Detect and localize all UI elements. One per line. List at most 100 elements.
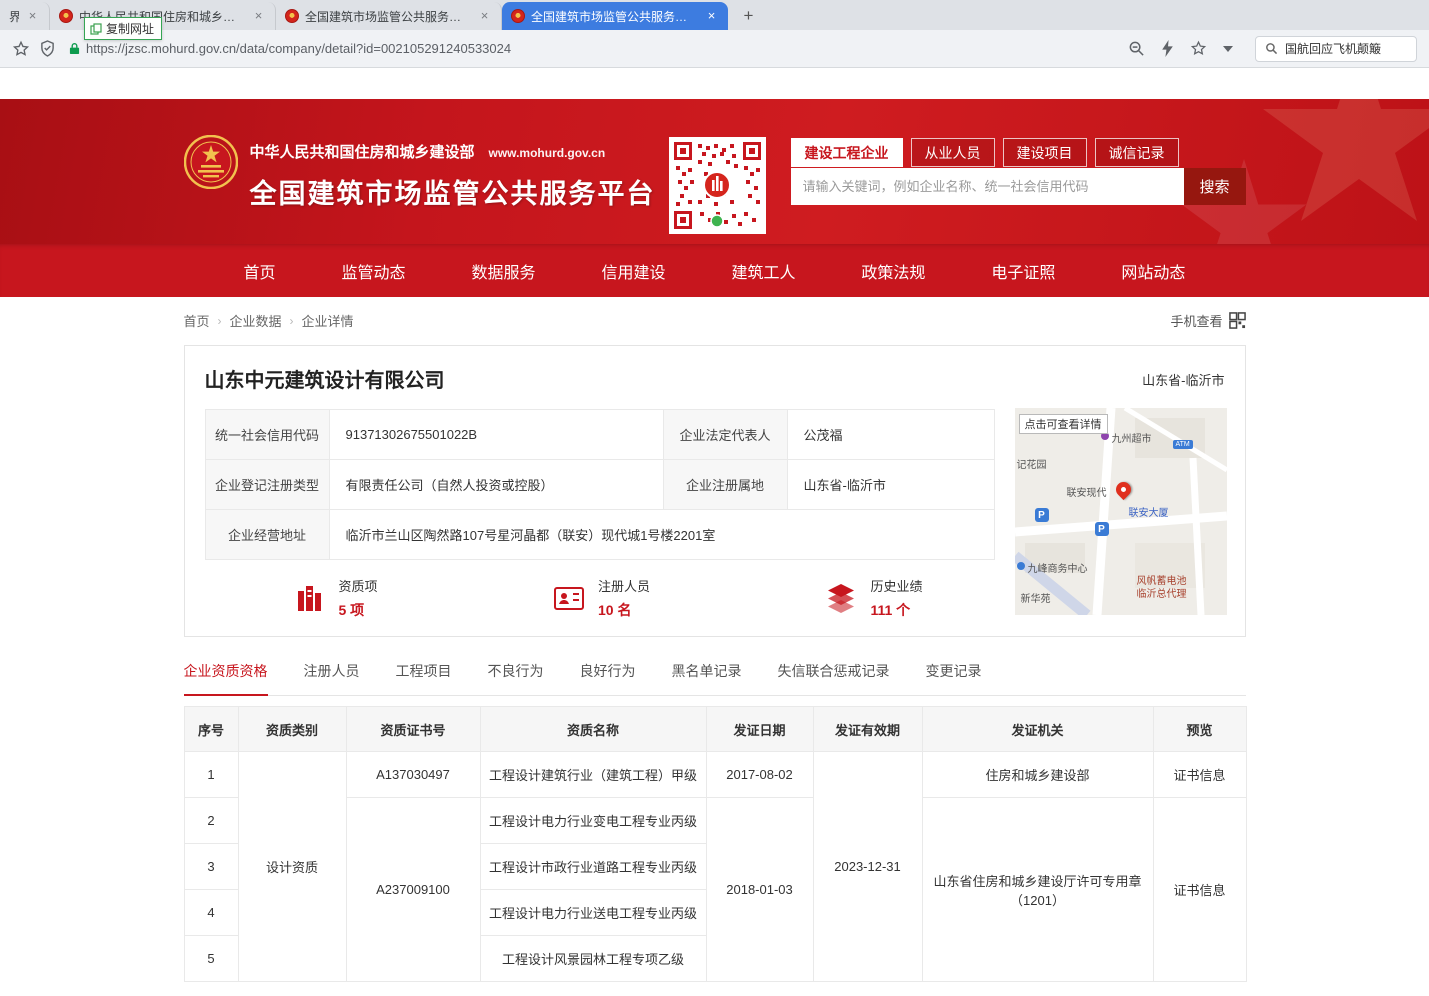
map-label-battery-2: 临沂总代理 (1137, 585, 1187, 600)
stat-historical-projects: 历史业绩 111 个 (824, 576, 922, 620)
parking-icon: P (1035, 508, 1049, 522)
stat-qualifications: 资质项 5 项 (293, 576, 378, 620)
reg-type-value: 有限责任公司（自然人投资或控股） (329, 460, 663, 510)
nav-item-data-service[interactable]: 数据服务 (471, 259, 535, 283)
search-tab-personnel[interactable]: 从业人员 (911, 138, 995, 167)
stat-label: 资质项 (339, 576, 378, 595)
close-icon[interactable]: × (25, 9, 40, 24)
tab-registered-personnel[interactable]: 注册人员 (304, 661, 360, 695)
search-button[interactable]: 搜索 (1184, 168, 1246, 205)
stat-label: 历史业绩 (870, 576, 922, 595)
breadcrumb-home[interactable]: 首页 (184, 311, 210, 330)
cell-category: 设计资质 (238, 752, 346, 982)
company-summary-card: 山东中元建筑设计有限公司 山东省-临沂市 统一社会信用代码 9137130267… (184, 345, 1246, 637)
address-value: 临沂市兰山区陶然路107号星河晶都（联安）现代城1号楼2201室 (329, 510, 994, 560)
cert-info-link[interactable]: 证书信息 (1153, 798, 1246, 982)
search-tab-project[interactable]: 建设项目 (1003, 138, 1087, 167)
hot-search-box[interactable]: 国航回应飞机颠簸 (1255, 36, 1417, 62)
breadcrumb-company-detail: 企业详情 (302, 311, 354, 330)
site-favicon-icon (285, 9, 299, 23)
nav-item-credit[interactable]: 信用建设 (601, 259, 665, 283)
header-qr-code (669, 137, 766, 234)
browser-tab-jzsc-1[interactable]: 全国建筑市场监管公共服务平台 × (276, 2, 502, 30)
main-nav: 首页 监管动态 数据服务 信用建设 建筑工人 政策法规 电子证照 网站动态 (0, 244, 1429, 297)
parking-icon: P (1095, 522, 1109, 536)
chevron-down-icon[interactable] (1223, 46, 1233, 52)
cell-seq: 4 (184, 890, 238, 936)
col-preview: 预览 (1153, 707, 1246, 752)
cell-name: 工程设计市政行业道路工程专业丙级 (480, 844, 706, 890)
breadcrumb: 首页 › 企业数据 › 企业详情 (184, 311, 354, 330)
tab-projects[interactable]: 工程项目 (396, 661, 452, 695)
credit-code-label: 统一社会信用代码 (205, 410, 329, 460)
nav-item-home[interactable]: 首页 (244, 259, 276, 283)
header-search-area: 建设工程企业 从业人员 建设项目 诚信记录 搜索 (791, 138, 1246, 205)
atm-marker: ATM (1173, 440, 1193, 449)
company-location-map[interactable]: 点击可查看详情 九州超市 ATM 记花园 联安现代 联安大厦 P P 九峰商务中… (1015, 408, 1227, 615)
ministry-url: www.mohurd.gov.cn (489, 146, 606, 160)
nav-item-e-license[interactable]: 电子证照 (991, 259, 1055, 283)
legal-rep-label: 企业法定代表人 (663, 410, 787, 460)
table-row: 1 设计资质 A137030497 工程设计建筑行业（建筑工程）甲级 2017-… (184, 752, 1246, 798)
domicile-value: 山东省-临沂市 (787, 460, 994, 510)
tab-good-behavior[interactable]: 良好行为 (580, 661, 636, 695)
breadcrumb-company-data[interactable]: 企业数据 (230, 311, 282, 330)
stat-value: 111 个 (870, 600, 922, 620)
cell-issue-date: 2018-01-03 (706, 798, 813, 982)
business-center-poi-icon (1017, 562, 1025, 570)
search-tab-credit[interactable]: 诚信记录 (1095, 138, 1179, 167)
site-safety-shield-icon[interactable] (40, 40, 55, 57)
layers-icon (824, 581, 858, 615)
tab-blacklist[interactable]: 黑名单记录 (672, 661, 742, 695)
bookmark-star-icon[interactable] (12, 40, 30, 58)
stat-value: 5 项 (339, 600, 378, 620)
nav-item-site-news[interactable]: 网站动态 (1121, 259, 1185, 283)
cell-valid-until: 2023-12-31 (813, 752, 922, 982)
browser-tab-jzsc-active[interactable]: 全国建筑市场监管公共服务平台 × (502, 2, 728, 30)
zoom-icon[interactable] (1128, 40, 1145, 57)
col-authority: 发证机关 (922, 707, 1153, 752)
site-favicon-icon (59, 9, 73, 23)
cell-authority: 住房和城乡建设部 (922, 752, 1153, 798)
nav-item-workers[interactable]: 建筑工人 (731, 259, 795, 283)
favorite-star-icon[interactable] (1190, 40, 1207, 57)
new-tab-button[interactable]: + (736, 3, 761, 28)
col-cert-no: 资质证书号 (346, 707, 480, 752)
tab-dishonesty-records[interactable]: 失信联合惩戒记录 (778, 661, 890, 695)
close-icon[interactable]: × (477, 9, 492, 24)
site-brand: 中华人民共和国住房和城乡建设部 www.mohurd.gov.cn 全国建筑市场… (250, 141, 656, 211)
stat-value: 10 名 (598, 600, 650, 620)
platform-title: 全国建筑市场监管公共服务平台 (250, 172, 656, 211)
tab-change-records[interactable]: 变更记录 (926, 661, 982, 695)
tab-bad-behavior[interactable]: 不良行为 (488, 661, 544, 695)
mobile-view-toggle[interactable]: 手机查看 (1170, 311, 1245, 330)
keyword-search-input[interactable] (791, 168, 1184, 205)
cell-authority: 山东省住房和城乡建设厅许可专用章（1201） (922, 798, 1153, 982)
omnibox[interactable]: https://jzsc.mohurd.gov.cn/data/company/… (69, 41, 1118, 56)
lightning-icon[interactable] (1161, 40, 1174, 57)
browser-tab-partial[interactable]: 界 × (0, 2, 50, 30)
company-detail-tabs: 企业资质资格 注册人员 工程项目 不良行为 良好行为 黑名单记录 失信联合惩戒记… (184, 661, 1246, 696)
urlbar-action-icons (1128, 40, 1233, 57)
page-top-gap (0, 68, 1429, 99)
domicile-label: 企业注册属地 (663, 460, 787, 510)
close-icon[interactable]: × (704, 9, 719, 24)
cell-issue-date: 2017-08-02 (706, 752, 813, 798)
close-icon[interactable]: × (251, 9, 266, 24)
cert-info-link[interactable]: 证书信息 (1153, 752, 1246, 798)
certificate-stack-icon (293, 581, 327, 615)
address-label: 企业经营地址 (205, 510, 329, 560)
nav-item-policy[interactable]: 政策法规 (861, 259, 925, 283)
search-tab-enterprise[interactable]: 建设工程企业 (791, 138, 903, 167)
table-header-row: 序号 资质类别 资质证书号 资质名称 发证日期 发证有效期 发证机关 预览 (184, 707, 1246, 752)
qr-grid-icon (1229, 312, 1246, 329)
breadcrumb-separator: › (290, 314, 294, 328)
copy-icon (90, 23, 102, 35)
url-text: https://jzsc.mohurd.gov.cn/data/company/… (86, 41, 511, 56)
tab-qualifications[interactable]: 企业资质资格 (184, 661, 268, 696)
legal-rep-value: 公茂福 (787, 410, 994, 460)
stat-label: 注册人员 (598, 576, 650, 595)
cell-name: 工程设计风景园林工程专项乙级 (480, 936, 706, 982)
col-name: 资质名称 (480, 707, 706, 752)
nav-item-supervision[interactable]: 监管动态 (341, 259, 405, 283)
